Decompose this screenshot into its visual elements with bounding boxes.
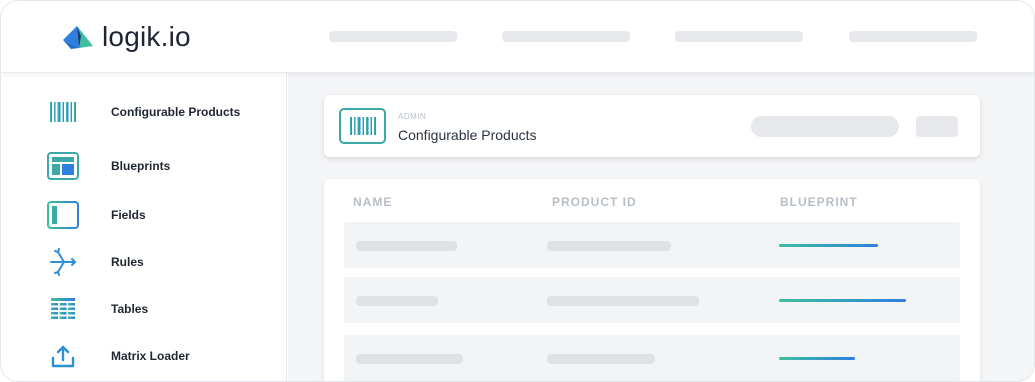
- name-placeholder: [356, 354, 463, 364]
- name-placeholder: [356, 241, 457, 251]
- table-row[interactable]: [344, 277, 960, 323]
- logo[interactable]: logik.io: [61, 21, 191, 53]
- sidebar-item-label: Fields: [111, 208, 146, 222]
- column-header-product-id[interactable]: PRODUCT ID: [552, 195, 637, 209]
- sidebar: Configurable Products Blueprints Fields …: [1, 73, 287, 381]
- rules-icon: [45, 245, 81, 279]
- product-id-placeholder: [547, 296, 699, 306]
- action-button[interactable]: [916, 116, 958, 137]
- page-title: Configurable Products: [398, 127, 537, 143]
- app-window: logik.io Configurable Products Blueprint…: [0, 0, 1035, 382]
- sidebar-item-fields[interactable]: Fields: [1, 195, 287, 235]
- sidebar-item-tables[interactable]: Tables: [1, 289, 287, 329]
- search-input[interactable]: [751, 116, 899, 137]
- nav-link-placeholder[interactable]: [329, 31, 457, 42]
- table-row[interactable]: [344, 335, 960, 381]
- blueprint-bar: [779, 244, 878, 247]
- sidebar-item-label: Blueprints: [111, 159, 171, 173]
- page-header: ADMIN Configurable Products: [324, 95, 980, 157]
- barcode-icon: [339, 108, 386, 144]
- table-row[interactable]: [344, 222, 960, 268]
- logo-icon: [63, 26, 93, 49]
- sidebar-item-label: Rules: [111, 255, 144, 269]
- sidebar-item-blueprints[interactable]: Blueprints: [1, 146, 287, 186]
- main-content: ADMIN Configurable Products NAME PRODUCT…: [288, 73, 1034, 381]
- column-header-name[interactable]: NAME: [353, 195, 392, 209]
- nav-link-placeholder[interactable]: [502, 31, 630, 42]
- column-header-blueprint[interactable]: BLUEPRINT: [780, 195, 858, 209]
- sidebar-item-label: Configurable Products: [111, 105, 241, 119]
- blueprint-bar: [779, 299, 906, 302]
- name-placeholder: [356, 296, 438, 306]
- upload-icon: [45, 339, 81, 373]
- sidebar-item-label: Tables: [111, 302, 149, 316]
- products-table: NAME PRODUCT ID BLUEPRINT: [324, 179, 980, 381]
- product-id-placeholder: [547, 354, 655, 364]
- logo-text: logik.io: [102, 21, 191, 52]
- top-bar: logik.io: [1, 1, 1034, 73]
- sidebar-item-matrix-loader[interactable]: Matrix Loader: [1, 336, 287, 376]
- breadcrumb[interactable]: ADMIN: [398, 112, 426, 121]
- sidebar-item-configurable-products[interactable]: Configurable Products: [1, 92, 287, 132]
- field-icon: [45, 198, 81, 232]
- blueprint-bar: [779, 357, 855, 360]
- nav-link-placeholder[interactable]: [675, 31, 803, 42]
- product-id-placeholder: [547, 241, 671, 251]
- blueprint-icon: [45, 149, 81, 183]
- nav-link-placeholder[interactable]: [849, 31, 977, 42]
- barcode-icon: [45, 95, 81, 129]
- table-icon: [45, 292, 81, 326]
- sidebar-item-rules[interactable]: Rules: [1, 242, 287, 282]
- sidebar-item-label: Matrix Loader: [111, 349, 190, 363]
